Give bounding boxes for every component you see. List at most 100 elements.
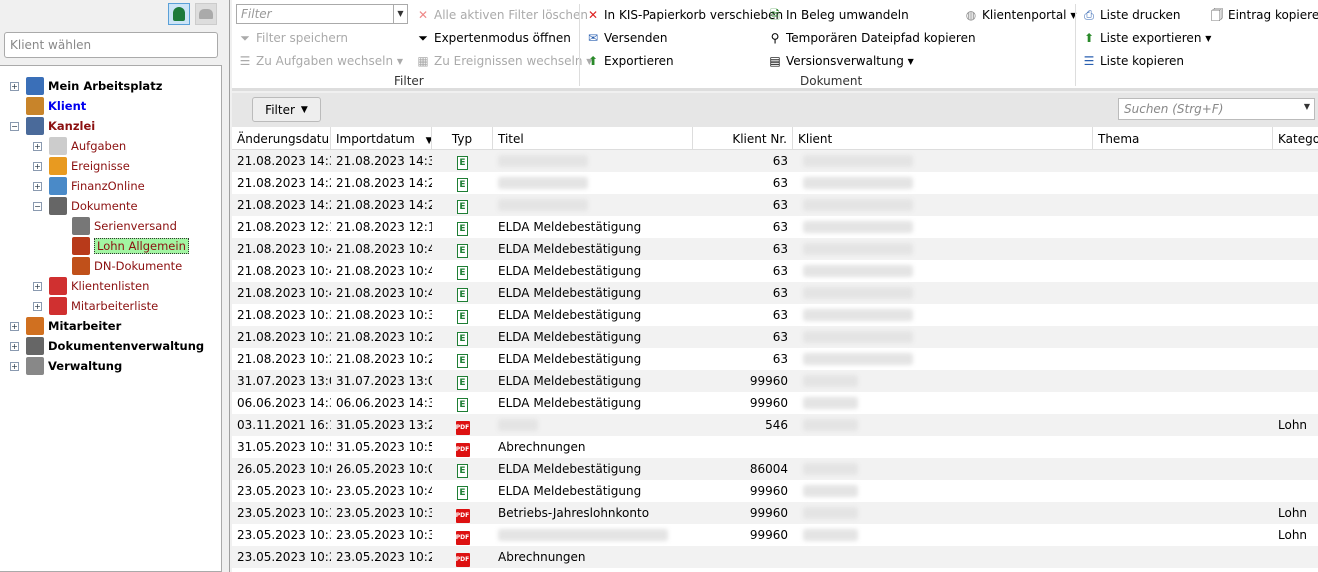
save-filter-button[interactable]: ⏷ Filter speichern bbox=[238, 28, 348, 48]
category-cell bbox=[1273, 370, 1318, 392]
table-row[interactable]: 21.08.2023 10:29 21.08.2023 10:29 E ELDA Me… bbox=[232, 326, 1318, 348]
expand-toggle[interactable]: + bbox=[33, 162, 42, 171]
column-header[interactable]: Typ bbox=[432, 127, 493, 150]
table-row[interactable]: 21.08.2023 14:29 21.08.2023 14:29 E 63 bbox=[232, 172, 1318, 194]
import-date-cell: 21.08.2023 14:29 bbox=[331, 172, 432, 194]
cell-text: 06.06.2023 14:33 bbox=[237, 396, 331, 410]
tree-item[interactable]: Klient bbox=[26, 96, 86, 116]
copy-list-button[interactable]: ☰ Liste kopieren bbox=[1082, 51, 1184, 71]
tree-item[interactable]: Dokumentenverwaltung bbox=[26, 336, 204, 356]
table-row[interactable]: 21.08.2023 14:37 21.08.2023 14:37 E 63 bbox=[232, 150, 1318, 172]
to-events-button[interactable]: ▦ Zu Ereignissen wechseln ▼ bbox=[416, 51, 592, 71]
import-date-cell: 06.06.2023 14:33 bbox=[331, 392, 432, 414]
expert-mode-button[interactable]: ⏷ Expertenmodus öffnen bbox=[416, 28, 571, 48]
list-copy-icon: ☰ bbox=[1083, 54, 1095, 68]
expand-toggle[interactable]: + bbox=[10, 342, 19, 351]
version-management-button[interactable]: ▤ Versionsverwaltung ▼ bbox=[768, 51, 914, 71]
column-header[interactable]: Kategor bbox=[1273, 127, 1318, 150]
table-row[interactable]: 21.08.2023 10:44 21.08.2023 10:44 E ELDA Me… bbox=[232, 282, 1318, 304]
client-number-cell: 63 bbox=[693, 304, 793, 326]
redacted-block bbox=[803, 331, 913, 343]
move-to-trash-button[interactable]: ✕ In KIS-Papierkorb verschieben bbox=[586, 5, 783, 25]
expand-toggle[interactable]: + bbox=[33, 182, 42, 191]
cell-text: 99960 bbox=[749, 396, 788, 410]
table-row[interactable]: 23.05.2023 10:23 23.05.2023 10:25 PDF Abrec… bbox=[232, 546, 1318, 568]
export-icon: ⬆ bbox=[587, 54, 599, 68]
client-number-cell: 63 bbox=[693, 216, 793, 238]
title-cell: ELDA Meldebestätigung bbox=[493, 458, 693, 480]
table-row[interactable]: 21.08.2023 12:10 21.08.2023 12:10 E ELDA Me… bbox=[232, 216, 1318, 238]
export-list-button[interactable]: ⬆ Liste exportieren ▼ bbox=[1082, 28, 1211, 48]
column-header[interactable]: Titel bbox=[493, 127, 693, 150]
client-portal-button[interactable]: ◍ Klientenportal ▼ bbox=[964, 5, 1077, 25]
cell-text: ELDA Meldebestätigung bbox=[498, 286, 642, 300]
expand-toggle[interactable]: − bbox=[33, 202, 42, 211]
client-number-cell: 63 bbox=[693, 194, 793, 216]
copy-entry-button[interactable]: 🗍 Eintrag kopieren bbox=[1210, 5, 1318, 25]
table-row[interactable]: 03.11.2021 16:11 31.05.2023 13:20 PDF 546 Lo… bbox=[232, 414, 1318, 436]
expand-toggle[interactable]: + bbox=[10, 82, 19, 91]
table-row[interactable]: 21.08.2023 10:49 21.08.2023 10:49 E ELDA Me… bbox=[232, 238, 1318, 260]
modified-date-cell: 21.08.2023 10:33 bbox=[232, 304, 331, 326]
expand-toggle[interactable]: + bbox=[10, 322, 19, 331]
chevron-down-icon[interactable]: ▼ bbox=[393, 5, 407, 23]
type-cell: E bbox=[432, 172, 493, 194]
column-header[interactable]: Klient Nr. bbox=[693, 127, 793, 150]
tree-item[interactable]: Mein Arbeitsplatz bbox=[26, 76, 162, 96]
filter-dropdown-button[interactable]: Filter ▼ bbox=[252, 97, 321, 122]
tree-item[interactable]: Ereignisse bbox=[49, 156, 130, 176]
single-client-view-button[interactable] bbox=[168, 3, 190, 25]
tree-item[interactable]: Aufgaben bbox=[49, 136, 126, 156]
tree-item[interactable]: Klientenlisten bbox=[49, 276, 149, 296]
table-row[interactable]: 21.08.2023 10:28 21.08.2023 10:28 E ELDA Me… bbox=[232, 348, 1318, 370]
client-select-input[interactable]: Klient wählen bbox=[4, 32, 218, 58]
tree-item[interactable]: Dokumente bbox=[49, 196, 138, 216]
expand-toggle[interactable]: + bbox=[33, 142, 42, 151]
column-header[interactable]: Änderungsdatu... bbox=[232, 127, 331, 150]
document-arrow-icon: 🗎 bbox=[770, 8, 780, 22]
table-row[interactable]: 23.05.2023 10:38 23.05.2023 10:38 PDF 99960… bbox=[232, 524, 1318, 546]
tree-item[interactable]: Mitarbeiter bbox=[26, 316, 121, 336]
column-header[interactable]: Importdatum ▼ bbox=[331, 127, 432, 150]
chevron-down-icon[interactable]: ▼ bbox=[1304, 102, 1310, 111]
column-header[interactable]: Klient bbox=[793, 127, 1093, 150]
tree-item-label: Klientenlisten bbox=[71, 279, 150, 293]
to-tasks-button[interactable]: ☰ Zu Aufgaben wechseln ▼ bbox=[238, 51, 403, 71]
clear-filters-button[interactable]: ✕ Alle aktiven Filter löschen bbox=[416, 5, 588, 25]
column-header[interactable]: Thema bbox=[1093, 127, 1273, 150]
table-row[interactable]: 06.06.2023 14:33 06.06.2023 14:33 E ELDA Me… bbox=[232, 392, 1318, 414]
table-row[interactable]: 31.07.2023 13:08 31.07.2023 13:09 E ELDA Me… bbox=[232, 370, 1318, 392]
copy-temp-path-button[interactable]: ⚲ Temporären Dateipfad kopieren bbox=[768, 28, 976, 48]
export-button[interactable]: ⬆ Exportieren bbox=[586, 51, 674, 71]
table-row[interactable]: 21.08.2023 14:27 21.08.2023 14:27 E 63 bbox=[232, 194, 1318, 216]
topic-cell bbox=[1093, 326, 1273, 348]
expand-toggle[interactable]: + bbox=[33, 302, 42, 311]
expand-toggle[interactable]: − bbox=[10, 122, 19, 131]
table-row[interactable]: 21.08.2023 10:45 21.08.2023 10:45 E ELDA Me… bbox=[232, 260, 1318, 282]
expand-toggle[interactable]: + bbox=[33, 282, 42, 291]
tree-item[interactable]: Mitarbeiterliste bbox=[49, 296, 158, 316]
table-row[interactable]: 23.05.2023 10:43 23.05.2023 10:43 E ELDA Me… bbox=[232, 480, 1318, 502]
import-date-cell: 21.08.2023 10:29 bbox=[331, 326, 432, 348]
table-row[interactable]: 23.05.2023 10:38 23.05.2023 10:38 PDF Betri… bbox=[232, 502, 1318, 524]
convert-to-receipt-button[interactable]: 🗎 In Beleg umwandeln bbox=[768, 5, 909, 25]
expand-toggle[interactable]: + bbox=[10, 362, 19, 371]
table-row[interactable]: 21.08.2023 10:33 21.08.2023 10:33 E ELDA Me… bbox=[232, 304, 1318, 326]
print-list-button[interactable]: ⎙ Liste drucken bbox=[1082, 5, 1180, 25]
tree-item[interactable]: FinanzOnline bbox=[49, 176, 145, 196]
pdf-file-icon: PDF bbox=[455, 509, 470, 523]
tree-item[interactable]: Verwaltung bbox=[26, 356, 122, 376]
tree-item[interactable]: DN-Dokumente bbox=[72, 256, 182, 276]
tree-item[interactable]: Serienversand bbox=[72, 216, 177, 236]
filter-input[interactable]: Filter ▼ bbox=[236, 4, 408, 24]
ribbon: Filter ▼ ✕ Alle aktiven Filter löschen ⏷ Fi… bbox=[232, 0, 1318, 91]
table-row[interactable]: 26.05.2023 10:01 26.05.2023 10:01 E ELDA Me… bbox=[232, 458, 1318, 480]
tree-item[interactable]: Kanzlei bbox=[26, 116, 95, 136]
search-input[interactable]: Suchen (Strg+F) ▼ bbox=[1118, 98, 1315, 120]
label: Zu Aufgaben wechseln bbox=[256, 54, 394, 68]
send-button[interactable]: ✉ Versenden bbox=[586, 28, 667, 48]
label: Temporären Dateipfad kopieren bbox=[786, 31, 976, 45]
tree-item[interactable]: Lohn Allgemein bbox=[72, 236, 189, 256]
table-row[interactable]: 31.05.2023 10:50 31.05.2023 10:50 PDF Abrec… bbox=[232, 436, 1318, 458]
multi-client-view-button[interactable] bbox=[195, 3, 217, 25]
